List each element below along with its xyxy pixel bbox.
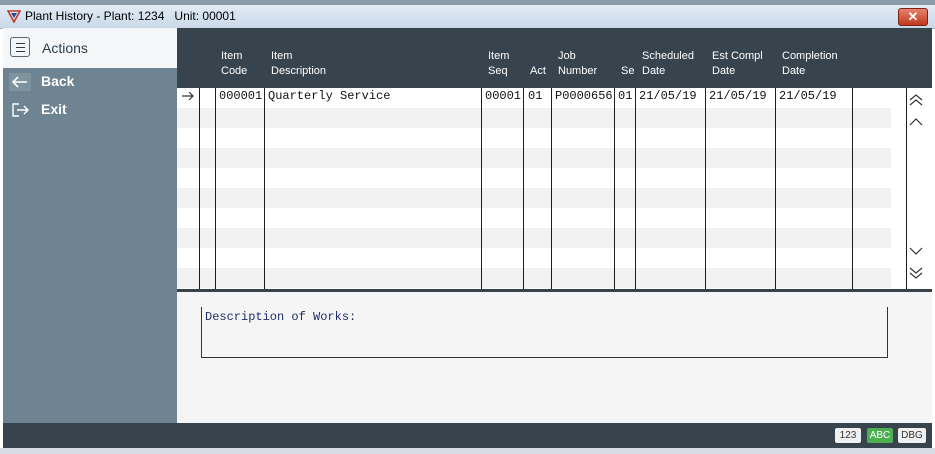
- actions-sidebar: Actions Back Exit: [3, 28, 177, 423]
- double-chevron-up-icon[interactable]: [908, 93, 924, 107]
- close-button[interactable]: ✕: [898, 8, 928, 26]
- grid-column-divider: [264, 88, 265, 289]
- grid-row-stripe: [177, 268, 891, 288]
- cell-act: 01: [528, 89, 543, 103]
- grid-column-divider: [614, 88, 615, 289]
- grid-column-divider: [199, 88, 200, 289]
- col-header-se[interactable]: Se: [621, 49, 634, 79]
- cell-se: 01: [618, 89, 633, 103]
- cell-item-description: Quarterly Service: [268, 89, 391, 103]
- cell-job-number: P0000656: [555, 89, 613, 103]
- back-button[interactable]: Back: [3, 69, 177, 95]
- grid-row-stripe: [177, 108, 891, 128]
- window-title: Plant History - Plant: 1234 Unit: 00001: [25, 9, 236, 23]
- col-header-job-number[interactable]: Job Number: [558, 49, 597, 79]
- exit-icon: [12, 103, 29, 117]
- grid-column-divider: [852, 88, 853, 289]
- actions-title: Actions: [42, 40, 88, 56]
- debug-mode-badge: DBG: [898, 428, 926, 443]
- col-header-item-code[interactable]: Item Code: [221, 49, 247, 79]
- col-header-item-seq[interactable]: Item Seq: [488, 49, 509, 79]
- taskbar-strip: [0, 448, 935, 454]
- chevron-down-icon[interactable]: [908, 244, 924, 258]
- grid-separator: [177, 289, 932, 292]
- app-logo-icon: [7, 10, 21, 23]
- back-label: Back: [41, 73, 75, 89]
- arrow-left-icon: [9, 73, 31, 91]
- grid-column-divider: [523, 88, 524, 289]
- cell-scheduled-date: 21/05/19: [639, 89, 697, 103]
- cell-est-compl-date: 21/05/19: [709, 89, 767, 103]
- alpha-mode-badge: ABC: [867, 428, 893, 443]
- exit-button[interactable]: Exit: [3, 97, 177, 123]
- hamburger-icon[interactable]: [10, 37, 30, 57]
- cell-completion-date: 21/05/19: [779, 89, 837, 103]
- grid-column-divider: [481, 88, 482, 289]
- status-bar: 123 ABC DBG: [3, 423, 932, 448]
- col-header-completion-date[interactable]: Completion Date: [782, 49, 838, 79]
- description-of-works-label: Description of Works:: [205, 310, 357, 324]
- grid-column-divider: [775, 88, 776, 289]
- col-header-act[interactable]: Act: [530, 49, 546, 79]
- col-header-scheduled-date[interactable]: Scheduled Date: [642, 49, 694, 79]
- double-chevron-down-icon[interactable]: [908, 266, 924, 280]
- grid-row-stripe: [177, 228, 891, 248]
- col-header-item-description[interactable]: Item Description: [271, 49, 326, 79]
- grid-row-stripe: [177, 188, 891, 208]
- cell-item-seq: 00001: [485, 89, 522, 103]
- history-grid: 000001 Quarterly Service 00001 01 P00006…: [177, 88, 932, 289]
- title-bar: Plant History - Plant: 1234 Unit: 00001 …: [0, 5, 935, 29]
- grid-column-divider: [215, 88, 216, 289]
- grid-header: Item Code Item Description Item Seq Act Job…: [177, 28, 932, 88]
- grid-column-divider: [551, 88, 552, 289]
- main-content: Item Code Item Description Item Seq Act Job…: [177, 28, 932, 423]
- window-body: Actions Back Exit Item Code Item Descripti…: [3, 28, 932, 448]
- chevron-up-icon[interactable]: [908, 115, 924, 129]
- grid-column-divider: [906, 88, 907, 289]
- cell-item-code: 000001: [219, 89, 263, 103]
- exit-label: Exit: [41, 101, 67, 117]
- grid-row-stripe: [177, 148, 891, 168]
- grid-column-divider: [635, 88, 636, 289]
- col-header-est-compl-date[interactable]: Est Compl Date: [712, 49, 763, 79]
- description-of-works-field[interactable]: Description of Works:: [201, 307, 888, 358]
- row-pointer-arrow-icon: [182, 91, 194, 101]
- grid-column-divider: [705, 88, 706, 289]
- table-row[interactable]: 000001 Quarterly Service 00001 01 P00006…: [177, 88, 891, 108]
- numeric-mode-badge: 123: [835, 428, 861, 443]
- actions-header: Actions: [3, 28, 177, 68]
